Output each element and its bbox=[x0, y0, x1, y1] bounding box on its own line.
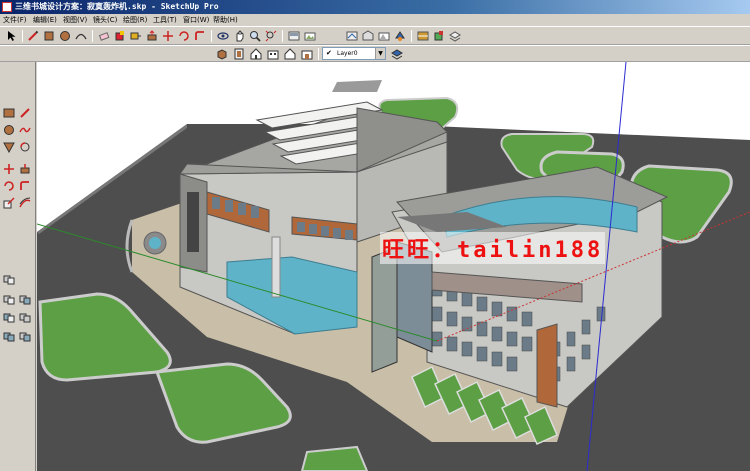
menu-camera[interactable]: 镜头(C) bbox=[93, 14, 117, 26]
rotate-icon[interactable] bbox=[177, 29, 191, 43]
watermark-text: 旺旺：tailin188 bbox=[380, 232, 606, 264]
select-icon[interactable] bbox=[5, 29, 19, 43]
zoom-extents-icon[interactable] bbox=[264, 29, 278, 43]
menu-view[interactable]: 视图(V) bbox=[63, 14, 87, 26]
main-toolbar bbox=[0, 26, 750, 45]
section-display-icon[interactable] bbox=[18, 329, 32, 343]
texture-icon[interactable] bbox=[416, 29, 430, 43]
menu-help[interactable]: 帮助(H) bbox=[213, 14, 238, 26]
chevron-down-icon[interactable]: ▼ bbox=[375, 48, 385, 59]
styles-icon[interactable] bbox=[377, 29, 391, 43]
group-tool-icon[interactable] bbox=[18, 292, 32, 306]
top-view-icon[interactable] bbox=[232, 47, 246, 61]
menu-bar: 文件(F) 编辑(E) 视图(V) 镜头(C) 绘图(R) 工具(T) 窗口(W… bbox=[0, 14, 750, 26]
layer-visible-check: ✔ bbox=[326, 49, 332, 57]
menu-edit[interactable]: 编辑(E) bbox=[33, 14, 57, 26]
menu-file[interactable]: 文件(F) bbox=[3, 14, 27, 26]
walk-tool-icon[interactable] bbox=[18, 310, 32, 324]
right-view-icon[interactable] bbox=[266, 47, 280, 61]
rotate-tool-icon[interactable] bbox=[2, 179, 16, 193]
follow-me-icon[interactable] bbox=[193, 29, 207, 43]
move-icon[interactable] bbox=[161, 29, 175, 43]
arc-tool-icon[interactable] bbox=[18, 140, 32, 154]
paint-icon[interactable] bbox=[393, 29, 407, 43]
tape-measure-icon[interactable] bbox=[129, 29, 143, 43]
scale-tool-icon[interactable] bbox=[2, 196, 16, 210]
layer-dropdown[interactable]: ✔ Layer0 ▼ bbox=[322, 47, 386, 60]
materials-icon[interactable] bbox=[361, 29, 375, 43]
back-view-icon[interactable] bbox=[283, 47, 297, 61]
menu-tools[interactable]: 工具(T) bbox=[153, 14, 177, 26]
followme-tool-icon[interactable] bbox=[18, 179, 32, 193]
large-tool-palette bbox=[0, 62, 36, 471]
window-title: 三维书城设计方案：寂寞轰炸机.skp - SketchUp Pro bbox=[15, 2, 219, 11]
views-toolbar: ✔ Layer0 ▼ bbox=[0, 45, 750, 62]
menu-window[interactable]: 窗口(W) bbox=[183, 14, 209, 26]
paint-bucket-alt-icon[interactable] bbox=[432, 29, 446, 43]
model-viewport[interactable]: 旺旺：tailin188 bbox=[37, 62, 750, 471]
layer-manager-icon[interactable] bbox=[390, 47, 404, 61]
warehouse-icon[interactable] bbox=[345, 29, 359, 43]
layers-manager-icon[interactable] bbox=[448, 29, 462, 43]
rectangle-icon[interactable] bbox=[42, 29, 56, 43]
offset-tool-icon[interactable] bbox=[18, 196, 32, 210]
app-icon bbox=[2, 2, 12, 12]
polygon-tool-icon[interactable] bbox=[2, 140, 16, 154]
menu-draw[interactable]: 绘图(R) bbox=[123, 14, 147, 26]
arc-icon[interactable] bbox=[74, 29, 88, 43]
line-tool-icon[interactable] bbox=[18, 106, 32, 120]
camera-tool-icon[interactable] bbox=[2, 310, 16, 324]
zoom-icon[interactable] bbox=[248, 29, 262, 43]
component-icon[interactable] bbox=[287, 29, 301, 43]
rectangle-tool-icon[interactable] bbox=[2, 106, 16, 120]
freehand-tool-icon[interactable] bbox=[18, 123, 32, 137]
orbit-icon[interactable] bbox=[216, 29, 230, 43]
paint-bucket-icon[interactable] bbox=[113, 29, 127, 43]
sketchup-window: 三维书城设计方案：寂寞轰炸机.skp - SketchUp Pro 文件(F) … bbox=[0, 0, 750, 471]
eraser-icon[interactable] bbox=[97, 29, 111, 43]
section-tool-icon[interactable] bbox=[2, 329, 16, 343]
component-tool-icon[interactable] bbox=[2, 292, 16, 306]
pushpull-tool-icon[interactable] bbox=[18, 162, 32, 176]
title-bar: 三维书城设计方案：寂寞轰炸机.skp - SketchUp Pro bbox=[0, 0, 750, 14]
move-tool-icon[interactable] bbox=[2, 162, 16, 176]
circle-tool-icon[interactable] bbox=[2, 123, 16, 137]
layer-current-name: Layer0 bbox=[337, 50, 358, 57]
circle-icon[interactable] bbox=[58, 29, 72, 43]
pencil-icon[interactable] bbox=[26, 29, 40, 43]
outliner-icon[interactable] bbox=[2, 272, 16, 286]
pan-icon[interactable] bbox=[232, 29, 246, 43]
model-scene bbox=[37, 62, 750, 471]
front-view-icon[interactable] bbox=[249, 47, 263, 61]
left-view-icon[interactable] bbox=[300, 47, 314, 61]
push-pull-icon[interactable] bbox=[145, 29, 159, 43]
scenes-icon[interactable] bbox=[303, 29, 317, 43]
iso-view-icon[interactable] bbox=[215, 47, 229, 61]
